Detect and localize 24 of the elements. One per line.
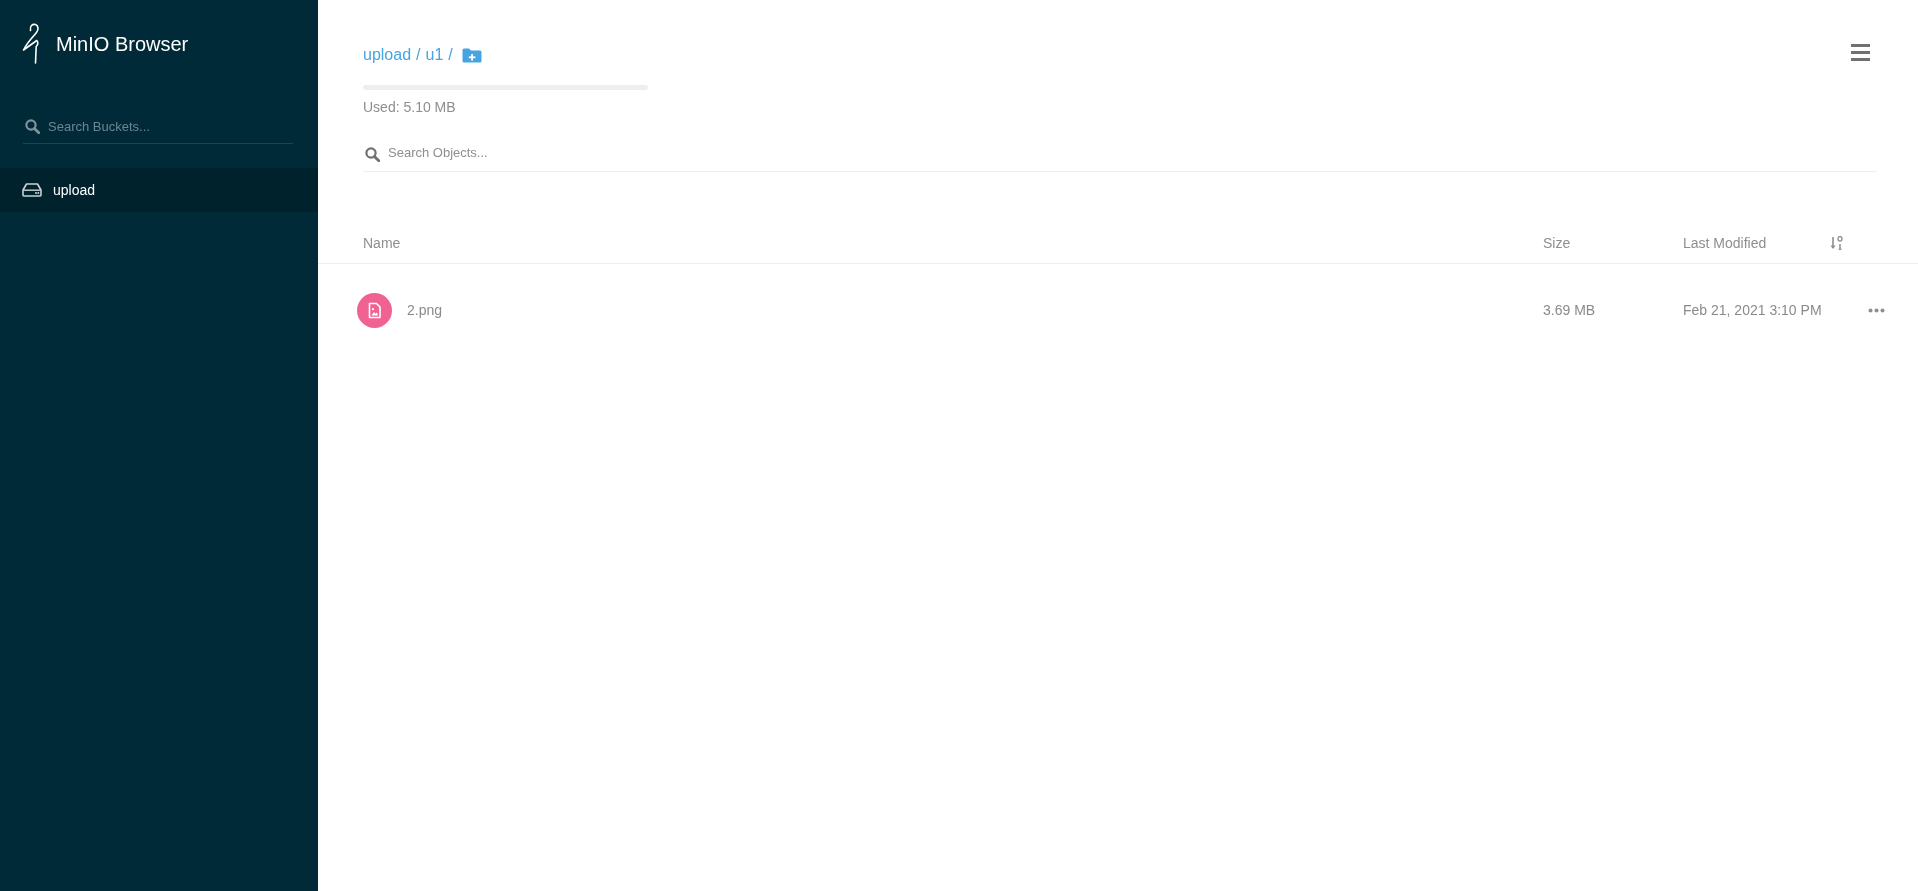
breadcrumb-separator: / [416, 45, 421, 65]
breadcrumb-link[interactable]: upload [363, 44, 412, 66]
column-header[interactable]: Size [1543, 233, 1571, 252]
object-search-field[interactable]: Search Objects... [363, 136, 1877, 172]
file-name[interactable]: 2.png [407, 301, 443, 319]
column-header[interactable]: Last Modified [1683, 233, 1767, 252]
sort-icon[interactable] [1830, 235, 1843, 250]
menu-icon[interactable] [1851, 44, 1870, 61]
drive-icon [22, 183, 42, 197]
bucket-search-field[interactable]: Search Buckets... [23, 109, 293, 144]
file-size: 3.69 MB [1543, 301, 1597, 319]
file-modified-date: Feb 21, 2021 3:10 PM [1683, 301, 1823, 319]
app-title: MinIO Browser [56, 31, 189, 56]
search-icon [25, 119, 40, 134]
bucket-name: upload [53, 181, 96, 199]
bucket-item[interactable]: upload [0, 168, 318, 212]
search-icon [365, 146, 380, 162]
column-header[interactable]: Name [363, 233, 401, 252]
folder-plus-icon[interactable] [461, 47, 482, 63]
more-icon[interactable] [1868, 307, 1885, 313]
breadcrumb-link[interactable]: u1 [425, 44, 444, 66]
image-file-icon [357, 292, 392, 328]
breadcrumb-separator: / [448, 45, 453, 65]
usage-text: Used: 5.10 MB [363, 98, 456, 116]
